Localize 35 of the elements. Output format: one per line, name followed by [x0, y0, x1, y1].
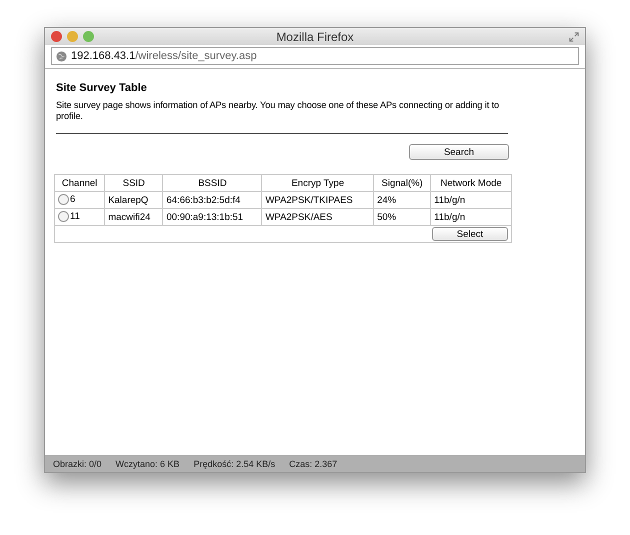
table-cell: KalarepQ	[108, 194, 148, 206]
status-text: Prędkość: 2.54 KB/s	[194, 458, 276, 468]
column-header: Signal(%)	[374, 174, 431, 192]
column-header: Network Mode	[430, 174, 512, 192]
radio-button[interactable]	[58, 211, 69, 222]
search-button[interactable]: Search	[409, 144, 509, 160]
radio-button[interactable]	[58, 194, 69, 206]
table-cell: 24%	[377, 194, 396, 206]
column-header: Encryp Type	[262, 174, 374, 192]
table-cell: macwifi24	[108, 212, 150, 222]
table-cell: 50%	[377, 212, 396, 222]
page-title: Site Survey Table	[56, 82, 148, 94]
page-description: Site survey page shows information of APs nearby. You may choose one of these APs connecting or adding it to profile.	[56, 100, 500, 122]
close-icon[interactable]	[51, 31, 62, 42]
table-cell: 11	[70, 212, 80, 222]
status-text: Czas: 2.367	[289, 458, 338, 468]
table-cell: 6	[70, 194, 76, 206]
globe-icon	[56, 50, 67, 62]
zoom-icon[interactable]	[83, 31, 94, 42]
fullscreen-icon[interactable]	[569, 32, 579, 42]
column-header: Channel	[54, 174, 105, 192]
table-cell: 11b/g/n	[434, 212, 466, 222]
table-cell: 00:90:a9:13:1b:51	[166, 212, 244, 222]
table-cell: WPA2PSK/AES	[265, 212, 332, 222]
select-button[interactable]: Select	[432, 227, 508, 241]
column-header: SSID	[104, 174, 163, 192]
column-header: BSSID	[162, 174, 262, 192]
minimize-icon[interactable]	[67, 31, 78, 42]
status-text: Obrazki: 0/0	[53, 458, 102, 468]
table-cell: 64:66:b3:b2:5d:f4	[166, 194, 240, 206]
status-text: Wczytano: 6 KB	[116, 458, 180, 468]
window-title: Mozilla Firefox	[276, 30, 354, 44]
table-cell: WPA2PSK/TKIPAES	[265, 194, 353, 206]
address-field[interactable]: 192.168.43.1/wireless/site_survey.asp	[51, 47, 579, 65]
table-cell: 11b/g/n	[434, 194, 466, 206]
